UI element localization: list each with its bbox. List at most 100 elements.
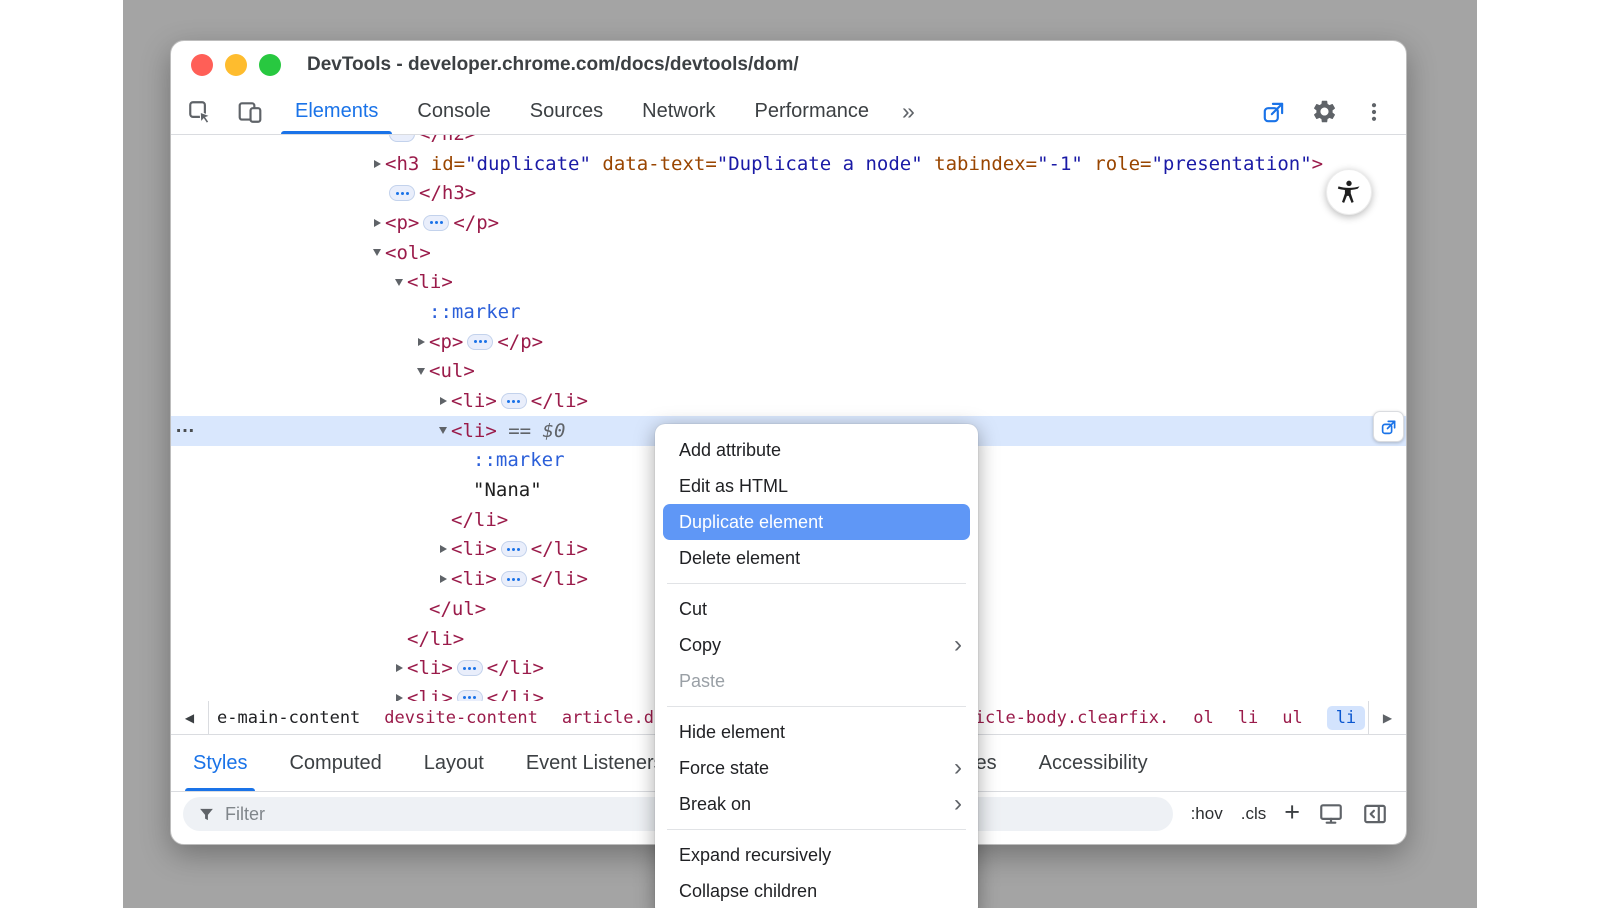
code-tag: </h3> <box>419 182 476 204</box>
ellipsis-expand-icon[interactable] <box>423 215 449 231</box>
code-attr: id= <box>419 153 465 175</box>
disclosure-down-icon[interactable] <box>391 279 407 286</box>
menu-item-delete-element[interactable]: Delete element <box>655 540 978 576</box>
ellipsis-expand-icon[interactable] <box>389 135 415 142</box>
traffic-lights <box>191 54 281 76</box>
disclosure-right-icon[interactable] <box>391 694 407 701</box>
menu-item-edit-as-html[interactable]: Edit as HTML <box>655 468 978 504</box>
rendering-icon[interactable] <box>1318 801 1344 827</box>
element-state-button[interactable]: :hov <box>1191 804 1223 824</box>
tab-layout[interactable]: Layout <box>424 735 484 791</box>
tab-computed[interactable]: Computed <box>289 735 381 791</box>
ellipsis-expand-icon[interactable] <box>501 393 527 409</box>
toolbar-right-icons <box>1261 98 1386 125</box>
menu-item-duplicate-element[interactable]: Duplicate element <box>663 504 970 540</box>
ellipsis-expand-icon[interactable] <box>501 571 527 587</box>
breadcrumb-item-ul[interactable]: ul <box>1282 708 1302 728</box>
new-style-rule-button[interactable]: + <box>1284 799 1300 826</box>
menu-item-copy[interactable]: Copy› <box>655 627 978 663</box>
submenu-chevron-icon: › <box>954 633 962 657</box>
inspect-icon[interactable] <box>187 99 213 125</box>
code-val: "duplicate" <box>465 153 591 175</box>
menu-item-break-on[interactable]: Break on› <box>655 786 978 822</box>
ellipsis-expand-icon[interactable] <box>467 334 493 350</box>
scroll-into-view-badge[interactable] <box>1373 411 1404 442</box>
close-window-button[interactable] <box>191 54 213 76</box>
dom-tree-row[interactable]: <ol> <box>171 238 1406 268</box>
tab-event-listeners[interactable]: Event Listeners <box>526 735 664 791</box>
disclosure-right-icon[interactable] <box>435 575 451 583</box>
menu-item-cut[interactable]: Cut <box>655 591 978 627</box>
breadcrumb-scroll-right-icon[interactable]: ▶ <box>1368 701 1406 734</box>
menu-item-label: Duplicate element <box>679 512 962 533</box>
code-tag: <ul> <box>429 360 475 382</box>
menu-item-collapse-children[interactable]: Collapse children <box>655 873 978 908</box>
accessibility-person-icon <box>1335 178 1363 206</box>
tab-styles[interactable]: Styles <box>193 735 247 791</box>
breadcrumb-item-li[interactable]: li <box>1327 706 1365 730</box>
window-title: DevTools - developer.chrome.com/docs/dev… <box>307 54 799 76</box>
dom-tree-row[interactable]: <ul> <box>171 357 1406 387</box>
toolbar-left-icons <box>187 99 263 125</box>
kebab-menu-icon[interactable] <box>1362 100 1386 124</box>
menu-item-force-state[interactable]: Force state› <box>655 750 978 786</box>
code-tag: <li> <box>407 687 453 701</box>
menu-separator <box>667 706 966 707</box>
disclosure-down-icon[interactable] <box>413 368 429 375</box>
sidebar-toggle-icon[interactable] <box>1362 801 1388 827</box>
dom-tree-row[interactable]: <h3 id="duplicate" data-text="Duplicate … <box>171 149 1406 179</box>
dom-tree-row[interactable]: </h2> <box>171 135 1406 149</box>
dom-tree-row[interactable]: </h3> <box>171 178 1406 208</box>
breadcrumb-item-e-main-content[interactable]: e-main-content <box>217 708 360 728</box>
code-val: "Duplicate a node" <box>717 153 923 175</box>
breadcrumb-scroll-left-icon[interactable]: ◀ <box>171 701 209 734</box>
ellipsis-expand-icon[interactable] <box>501 541 527 557</box>
open-frame-icon[interactable] <box>1261 99 1287 125</box>
element-classes-button[interactable]: .cls <box>1241 804 1267 824</box>
context-menu: Add attributeEdit as HTML Duplicate eleme… <box>655 424 978 908</box>
code-attr: tabindex= <box>923 153 1037 175</box>
minimize-window-button[interactable] <box>225 54 247 76</box>
menu-item-add-attribute[interactable]: Add attribute <box>655 432 978 468</box>
zoom-window-button[interactable] <box>259 54 281 76</box>
dom-tree-row[interactable]: <p></p> <box>171 208 1406 238</box>
dom-tree-row[interactable]: <li> <box>171 267 1406 297</box>
tab-network[interactable]: Network <box>642 89 715 134</box>
tab-elements[interactable]: Elements <box>295 89 378 134</box>
settings-gear-icon[interactable] <box>1311 98 1338 125</box>
breadcrumb-item-ol[interactable]: ol <box>1193 708 1213 728</box>
code-val: "presentation" <box>1151 153 1311 175</box>
submenu-chevron-icon: › <box>954 792 962 816</box>
tab-performance[interactable]: Performance <box>755 89 870 134</box>
more-panels-icon[interactable]: » <box>902 98 915 125</box>
disclosure-right-icon[interactable] <box>391 664 407 672</box>
dom-tree-row[interactable]: <li></li> <box>171 386 1406 416</box>
accessibility-button[interactable] <box>1326 169 1372 215</box>
ellipsis-expand-icon[interactable] <box>389 185 415 201</box>
disclosure-down-icon[interactable] <box>369 249 385 256</box>
disclosure-right-icon[interactable] <box>369 160 385 168</box>
disclosure-down-icon[interactable] <box>435 427 451 434</box>
code-tag: <li> <box>407 657 453 679</box>
menu-item-hide-element[interactable]: Hide element <box>655 714 978 750</box>
disclosure-right-icon[interactable] <box>435 545 451 553</box>
ellipsis-expand-icon[interactable] <box>457 660 483 676</box>
breadcrumb-item-devsite-content[interactable]: devsite-content <box>384 708 538 728</box>
dom-tree-row[interactable]: ::marker <box>171 297 1406 327</box>
breadcrumb-item-li[interactable]: li <box>1238 708 1258 728</box>
tab-console[interactable]: Console <box>417 89 490 134</box>
row-more-actions[interactable]: … <box>175 415 196 438</box>
disclosure-right-icon[interactable] <box>413 338 429 346</box>
dom-tree-row[interactable]: <p></p> <box>171 327 1406 357</box>
device-toolbar-icon[interactable] <box>237 99 263 125</box>
menu-item-expand-recursively[interactable]: Expand recursively <box>655 837 978 873</box>
code-tag: <li> <box>451 568 497 590</box>
code-tag: </li> <box>531 538 588 560</box>
code-tag: <li> <box>451 538 497 560</box>
tab-accessibility[interactable]: Accessibility <box>1039 735 1148 791</box>
ellipsis-expand-icon[interactable] <box>457 690 483 701</box>
code-tag: </li> <box>531 568 588 590</box>
disclosure-right-icon[interactable] <box>369 219 385 227</box>
disclosure-right-icon[interactable] <box>435 397 451 405</box>
tab-sources[interactable]: Sources <box>530 89 603 134</box>
